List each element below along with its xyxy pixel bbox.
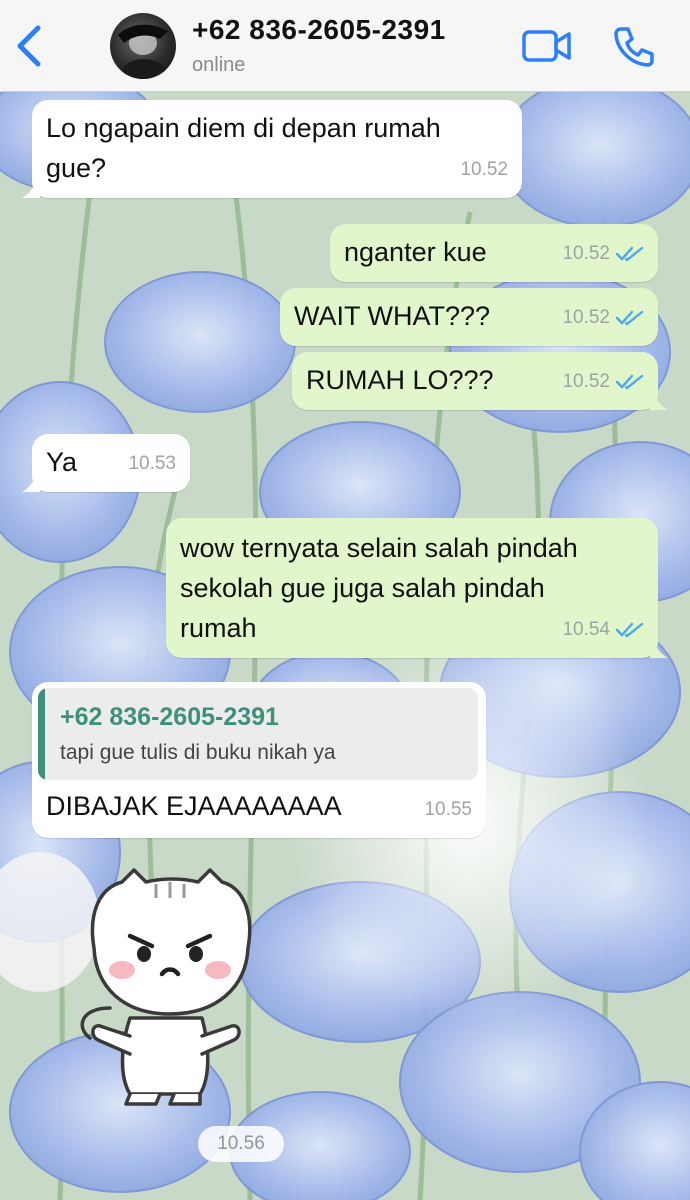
quoted-message[interactable]: +62 836-2605-2391 tapi gue tulis di buku… [38, 688, 478, 780]
message-text-line: Lo ngapain diem di depan rumah [46, 113, 441, 143]
message-text: DIBAJAK EJAAAAAAAA [46, 791, 342, 821]
phone-icon [614, 27, 654, 67]
message-bubble-outgoing[interactable]: wow ternyata selain salah pindah sekolah… [166, 518, 668, 658]
read-receipt-icon [616, 622, 644, 638]
message-text-line: gue? [46, 153, 107, 183]
read-receipt-icon [616, 374, 644, 390]
angry-white-cat-sticker[interactable] [70, 858, 270, 1108]
quoted-text: tapi gue tulis di buku nikah ya [60, 741, 336, 764]
message-bubble-outgoing[interactable]: WAIT WHAT??? 10.52 [280, 288, 658, 346]
message-bubble-incoming[interactable]: Lo ngapain diem di depan rumah gue? 10.5… [22, 100, 522, 198]
quote-accent-bar [38, 688, 45, 780]
message-time: 10.55 [424, 799, 472, 820]
message-text-line: wow ternyata selain salah pindah [180, 533, 578, 563]
video-call-button[interactable] [522, 28, 572, 64]
message-time: 10.52 [562, 371, 610, 392]
back-button[interactable] [10, 22, 50, 70]
message-bubble-outgoing[interactable]: nganter kue 10.52 [330, 224, 658, 282]
message-time: 10.52 [562, 243, 610, 264]
message-time: 10.54 [562, 619, 610, 640]
sticker-time: 10.56 [198, 1126, 284, 1162]
contact-status: online [192, 54, 246, 76]
message-text-line: sekolah gue juga salah pindah [180, 573, 545, 603]
video-camera-icon [522, 30, 571, 62]
message-bubble-incoming[interactable]: Ya 10.53 [22, 434, 190, 492]
contact-name[interactable]: +62 836-2605-2391 [192, 14, 446, 46]
bubble-tail [22, 470, 40, 492]
voice-call-button[interactable] [612, 24, 656, 68]
read-receipt-icon [616, 310, 644, 326]
message-bubble-incoming-reply[interactable]: +62 836-2605-2391 tapi gue tulis di buku… [32, 682, 486, 838]
contact-avatar[interactable] [110, 13, 176, 79]
message-time: 10.52 [562, 307, 610, 328]
message-bubble-outgoing[interactable]: RUMAH LO??? 10.52 [292, 352, 668, 410]
chevron-left-icon [17, 25, 41, 67]
read-receipt-icon [616, 246, 644, 262]
message-time: 10.53 [128, 453, 176, 474]
chat-header: +62 836-2605-2391 online [0, 0, 690, 92]
bubble-tail [650, 388, 668, 410]
bubble-tail [22, 176, 40, 198]
bubble-tail [650, 636, 668, 658]
quoted-author: +62 836-2605-2391 [60, 703, 279, 731]
message-time: 10.52 [460, 159, 508, 180]
